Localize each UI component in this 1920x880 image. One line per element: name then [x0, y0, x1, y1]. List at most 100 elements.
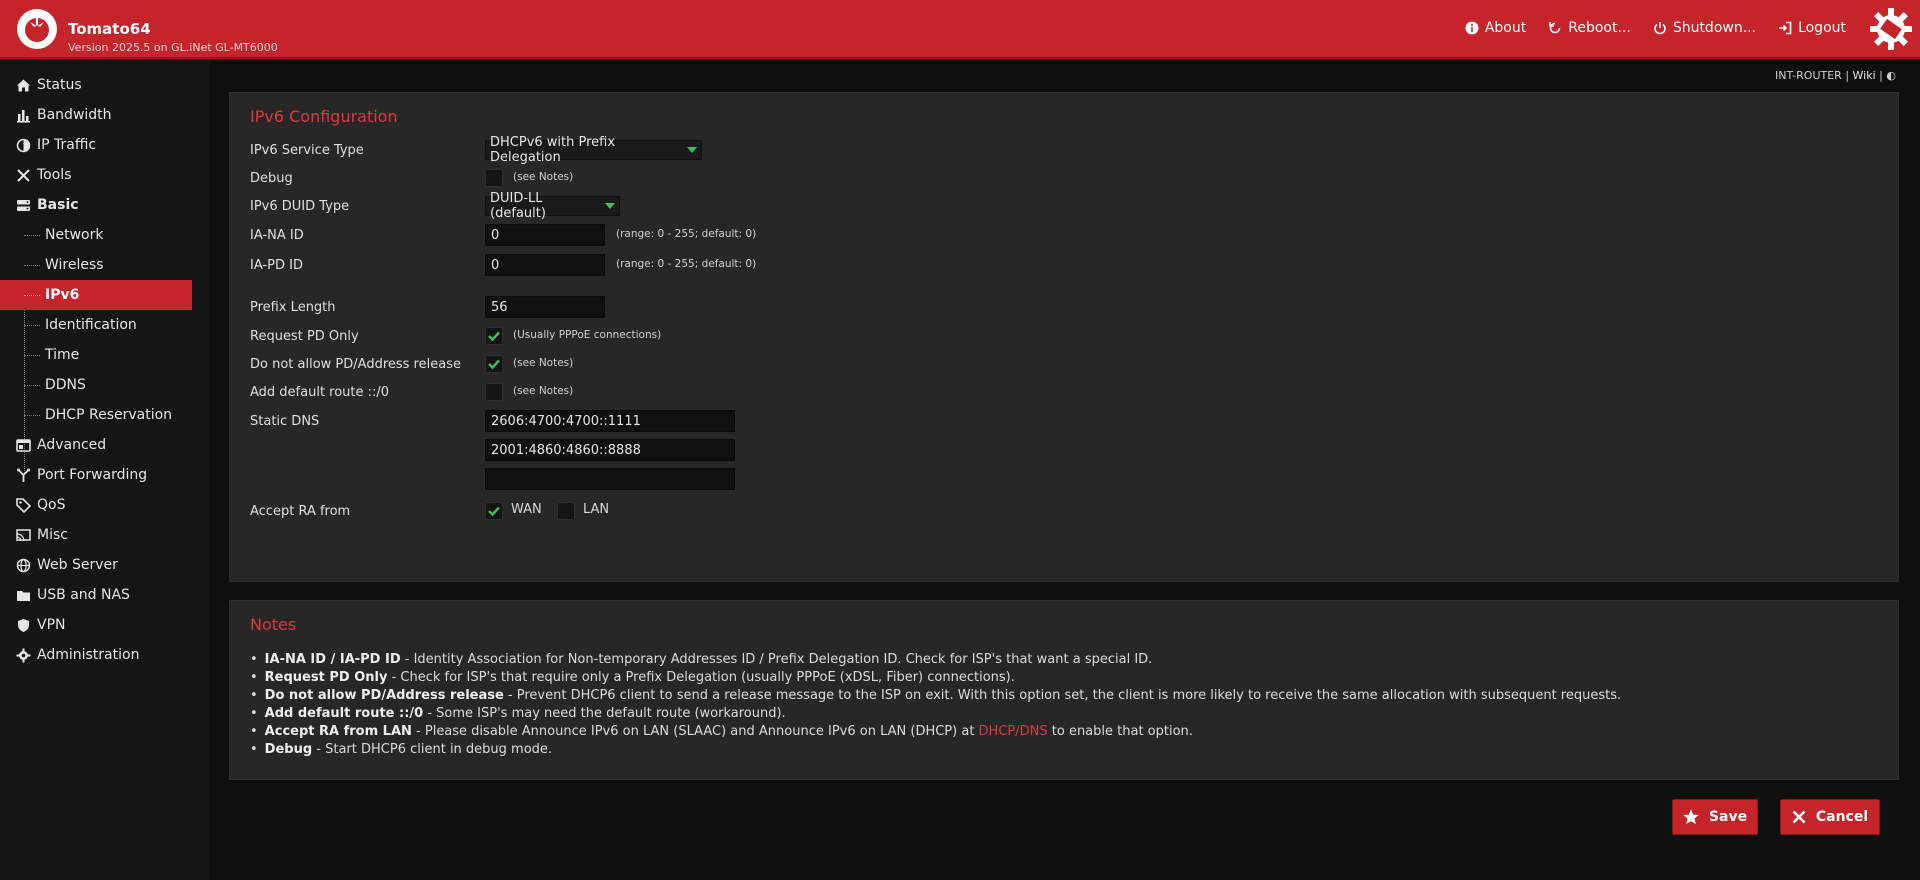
sidebar-subitem-label: IPv6	[45, 287, 80, 303]
shutdown-link[interactable]: Shutdown...	[1653, 20, 1756, 36]
crumb-separator: |	[1845, 69, 1850, 82]
cancel-button[interactable]: Cancel	[1780, 799, 1880, 835]
sidebar-item-basic[interactable]: Basic	[0, 190, 210, 220]
default-route-label: Add default route ::/0	[250, 384, 390, 400]
sidebar-item-label: Status	[37, 77, 82, 93]
ipv6-config-panel: IPv6 Configuration IPv6 Service Type DHC…	[229, 92, 1899, 582]
accept-ra-lan-checkbox[interactable]	[557, 502, 575, 520]
default-route-checkbox[interactable]	[485, 383, 503, 401]
server-icon	[17, 199, 30, 211]
note-term: Debug	[264, 742, 313, 757]
logout-label: Logout	[1798, 20, 1846, 36]
sidebar-item-web-server[interactable]: Web Server	[0, 550, 210, 580]
sidebar-subitem-wireless[interactable]: Wireless	[0, 250, 210, 280]
sidebar-subitem-label: Network	[45, 227, 104, 243]
prefix-row: Prefix Length	[250, 296, 336, 318]
theme-toggle-icon[interactable]: ◐	[1886, 69, 1896, 82]
note-term: Accept RA from LAN	[264, 724, 412, 739]
crumb-separator: |	[1879, 69, 1883, 82]
reboot-icon	[1549, 22, 1561, 34]
service-type-select[interactable]: DHCPv6 with Prefix Delegation	[485, 135, 702, 165]
notes-title: Notes	[250, 615, 297, 634]
cast-icon	[16, 528, 31, 541]
sidebar-item-bandwidth[interactable]: Bandwidth	[0, 100, 210, 130]
host-name: INT-ROUTER	[1775, 69, 1842, 82]
note-term: Request PD Only	[264, 670, 388, 685]
sidebar-item-label: Port Forwarding	[37, 467, 148, 483]
sidebar-item-label: QoS	[37, 497, 66, 513]
wiki-link[interactable]: Wiki	[1853, 69, 1876, 82]
sidebar-item-ip-traffic[interactable]: IP Traffic	[0, 130, 210, 160]
window-icon	[16, 438, 31, 452]
sidebar-item-usb-nas[interactable]: USB and NAS	[0, 580, 210, 610]
note-text: - Prevent DHCP6 client to send a release…	[503, 688, 1622, 703]
sidebar-item-port-forwarding[interactable]: Port Forwarding	[0, 460, 210, 490]
reboot-link[interactable]: Reboot...	[1548, 20, 1631, 36]
no-release-label: Do not allow PD/Address release	[250, 356, 461, 372]
debug-checkbox[interactable]	[485, 169, 503, 187]
iapd-input[interactable]	[485, 254, 605, 276]
tomato-logo-icon[interactable]	[17, 9, 57, 49]
chevron-down-icon	[687, 147, 697, 153]
sidebar-item-label: Administration	[37, 647, 140, 663]
sidebar-subitem-ipv6[interactable]: IPv6	[0, 280, 192, 310]
accept-ra-row: Accept RA from	[250, 500, 350, 522]
sidebar-item-label: Basic	[37, 197, 79, 213]
static-dns-3-input[interactable]	[485, 468, 735, 490]
sidebar-item-administration[interactable]: Administration	[0, 640, 210, 670]
bar-chart-icon	[17, 109, 30, 122]
note-item: Accept RA from LAN - Please disable Anno…	[250, 723, 1621, 741]
sidebar-subitem-label: Identification	[45, 317, 137, 333]
duid-select[interactable]: DUID-LL (default)	[485, 191, 620, 221]
settings-gear-icon[interactable]	[1868, 6, 1914, 52]
cancel-label: Cancel	[1815, 809, 1869, 825]
static-dns-1-input[interactable]	[485, 410, 735, 432]
sidebar-item-label: USB and NAS	[37, 587, 130, 603]
save-button[interactable]: Save	[1672, 799, 1758, 835]
no-release-hint: (see Notes)	[513, 357, 574, 369]
iapd-hint: (range: 0 - 255; default: 0)	[616, 258, 757, 270]
pie-icon	[16, 138, 31, 152]
sidebar-subitem-label: Wireless	[45, 257, 104, 273]
sidebar-item-vpn[interactable]: VPN	[0, 610, 210, 640]
sidebar: Status Bandwidth IP Traffic Tools Basic …	[0, 59, 210, 880]
power-icon	[1654, 22, 1666, 35]
iapd-row: IA-PD ID	[250, 254, 303, 276]
iana-label: IA-NA ID	[250, 227, 304, 243]
sidebar-subitem-ddns[interactable]: DDNS	[0, 370, 210, 400]
sidebar-subitem-network[interactable]: Network	[0, 220, 210, 250]
logout-link[interactable]: Logout	[1778, 20, 1846, 36]
note-text: to enable that option.	[1047, 724, 1193, 739]
no-release-checkbox[interactable]	[485, 355, 503, 373]
sidebar-subitem-label: Time	[45, 347, 80, 363]
note-item: Request PD Only - Check for ISP's that r…	[250, 669, 1621, 687]
sidebar-item-misc[interactable]: Misc	[0, 520, 210, 550]
prefix-length-input[interactable]	[485, 296, 605, 318]
request-pd-checkbox[interactable]	[485, 327, 503, 345]
static-dns-2-input[interactable]	[485, 439, 735, 461]
sidebar-subitem-dhcp-reservation[interactable]: DHCP Reservation	[0, 400, 210, 430]
sidebar-item-qos[interactable]: QoS	[0, 490, 210, 520]
static-dns-label: Static DNS	[250, 413, 320, 429]
note-text: - Check for ISP's that require only a Pr…	[387, 670, 1015, 685]
globe-icon	[16, 558, 31, 572]
sidebar-subitem-identification[interactable]: Identification	[0, 310, 210, 340]
save-label: Save	[1708, 809, 1748, 825]
request-pd-row: Request PD Only	[250, 325, 359, 347]
about-link[interactable]: About	[1465, 20, 1526, 36]
sidebar-subitem-time[interactable]: Time	[0, 340, 210, 370]
tree-branch	[24, 295, 40, 297]
checkmark-icon	[488, 506, 500, 517]
sidebar-item-tools[interactable]: Tools	[0, 160, 210, 190]
dhcp-dns-link[interactable]: DHCP/DNS	[979, 724, 1048, 739]
note-item: Debug - Start DHCP6 client in debug mode…	[250, 741, 1621, 759]
accept-ra-wan-checkbox[interactable]	[485, 502, 503, 520]
iana-input[interactable]	[485, 224, 605, 246]
service-type-row: IPv6 Service Type	[250, 139, 364, 161]
duid-label: IPv6 DUID Type	[250, 198, 350, 214]
shutdown-label: Shutdown...	[1672, 20, 1757, 36]
sidebar-item-status[interactable]: Status	[0, 70, 210, 100]
logout-icon	[1779, 21, 1792, 35]
request-pd-hint: (Usually PPPoE connections)	[513, 329, 662, 341]
sidebar-item-advanced[interactable]: Advanced	[0, 430, 210, 460]
